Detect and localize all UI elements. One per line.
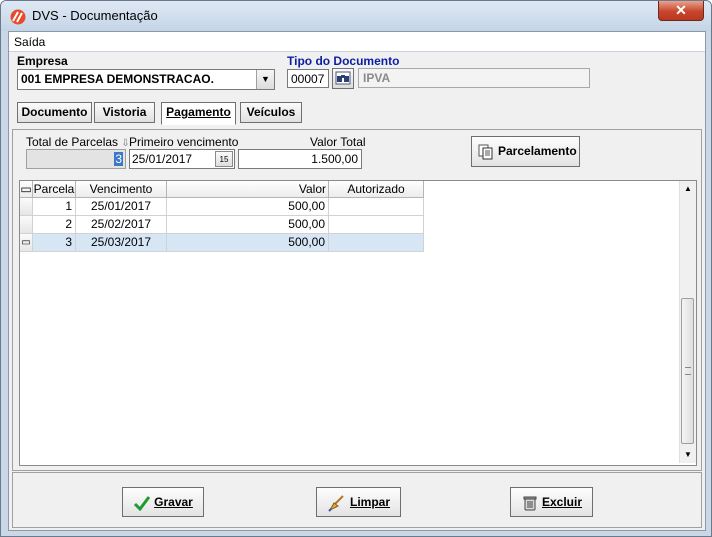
- excluir-button[interactable]: Excluir: [510, 487, 593, 517]
- menu-bar: Saída: [9, 32, 705, 52]
- tipo-documento-label: Tipo do Documento: [287, 54, 400, 68]
- total-parcelas-input[interactable]: 3: [26, 149, 126, 169]
- tipo-documento-name: IPVA: [363, 71, 391, 85]
- cell-valor: 500,00: [167, 198, 329, 216]
- parcelas-grid: ▭ Parcela Vencimento Valor Autorizado 1 …: [19, 180, 697, 466]
- copy-icon: [478, 144, 493, 160]
- total-parcelas-text: Total de Parcelas: [26, 135, 119, 149]
- menu-item-saida[interactable]: Saída: [14, 35, 45, 49]
- empresa-select[interactable]: 001 EMPRESA DEMONSTRACAO. ▼: [17, 69, 275, 90]
- window-title: DVS - Documentação: [32, 8, 158, 23]
- cell-parcela: 2: [33, 216, 76, 234]
- valor-total-label: Valor Total: [310, 135, 366, 149]
- close-button[interactable]: ✕: [658, 1, 704, 21]
- trash-icon: [523, 496, 537, 511]
- calendar-icon[interactable]: 15: [215, 151, 233, 167]
- cell-parcela: 1: [33, 198, 76, 216]
- grid-header: ▭ Parcela Vencimento Valor Autorizado: [20, 181, 424, 198]
- valor-total-value: 1.500,00: [311, 152, 358, 166]
- tab-pagamento-label: Pagamento: [166, 105, 231, 119]
- empresa-value: 001 EMPRESA DEMONSTRACAO.: [21, 72, 214, 86]
- cell-autorizado: [329, 234, 424, 252]
- tipo-documento-code-input[interactable]: 00007: [287, 69, 329, 88]
- total-parcelas-label: Total de Parcelas ⇩: [26, 135, 130, 149]
- scroll-down-icon[interactable]: ▼: [680, 448, 696, 462]
- tab-veiculos-label: Veículos: [246, 105, 296, 119]
- tab-documento-label: Documento: [21, 105, 88, 119]
- gravar-label: Gravar: [154, 495, 193, 509]
- row-selector-current[interactable]: ▭: [20, 234, 33, 252]
- gravar-button[interactable]: Gravar: [122, 487, 204, 517]
- primeiro-vencimento-label: Primeiro vencimento: [129, 135, 239, 149]
- tab-documento[interactable]: Documento: [17, 102, 92, 123]
- cell-parcela: 3: [33, 234, 76, 252]
- parcelamento-label: Parcelamento: [498, 144, 577, 158]
- primeiro-vencimento-input[interactable]: 25/01/2017 15: [129, 149, 235, 169]
- parcelamento-button[interactable]: Parcelamento: [471, 136, 580, 167]
- app-logo-icon: [10, 9, 26, 25]
- cell-vencimento: 25/01/2017: [76, 198, 167, 216]
- lookup-button[interactable]: [332, 68, 354, 89]
- cell-valor: 500,00: [167, 216, 329, 234]
- binoculars-icon: [335, 71, 351, 85]
- column-header-autorizado[interactable]: Autorizado: [329, 181, 424, 198]
- cell-valor: 500,00: [167, 234, 329, 252]
- scroll-thumb[interactable]: [681, 298, 694, 444]
- title-bar: DVS - Documentação ✕: [1, 1, 711, 31]
- scroll-up-icon[interactable]: ▲: [680, 182, 696, 196]
- action-bar: Gravar Limpar Excluir: [12, 472, 702, 528]
- limpar-label: Limpar: [349, 495, 390, 509]
- cell-autorizado: [329, 198, 424, 216]
- tab-vistoria[interactable]: Vistoria: [94, 102, 155, 123]
- valor-total-input[interactable]: 1.500,00: [238, 149, 362, 169]
- cell-vencimento: 25/02/2017: [76, 216, 167, 234]
- table-row[interactable]: 2 25/02/2017 500,00: [20, 216, 424, 234]
- tipo-documento-code: 00007: [291, 72, 325, 86]
- vertical-scrollbar[interactable]: ▲ ▼: [679, 181, 696, 463]
- table-row-selected[interactable]: ▭ 3 25/03/2017 500,00: [20, 234, 424, 252]
- tipo-documento-name-field: IPVA: [358, 68, 590, 88]
- primeiro-vencimento-value: 25/01/2017: [132, 152, 193, 166]
- table-row[interactable]: 1 25/01/2017 500,00: [20, 198, 424, 216]
- client-area: Saída Empresa 001 EMPRESA DEMONSTRACAO. …: [8, 31, 706, 531]
- column-header-parcela[interactable]: Parcela: [33, 181, 76, 198]
- cell-vencimento: 25/03/2017: [76, 234, 167, 252]
- chevron-down-icon[interactable]: ▼: [256, 70, 274, 89]
- empresa-label: Empresa: [17, 54, 68, 68]
- tab-pagamento[interactable]: Pagamento: [161, 102, 236, 125]
- tab-veiculos[interactable]: Veículos: [240, 102, 302, 123]
- row-selector-header: ▭: [20, 181, 33, 198]
- limpar-button[interactable]: Limpar: [316, 487, 401, 517]
- total-parcelas-value: 3: [114, 152, 123, 166]
- broom-icon: [328, 495, 344, 512]
- column-header-valor[interactable]: Valor: [167, 181, 329, 198]
- excluir-label: Excluir: [541, 495, 583, 509]
- row-selector[interactable]: [20, 198, 33, 216]
- cell-autorizado: [329, 216, 424, 234]
- row-selector[interactable]: [20, 216, 33, 234]
- app-window: DVS - Documentação ✕ Saída Empresa 001 E…: [0, 0, 712, 537]
- checkmark-icon: [134, 495, 151, 511]
- column-header-vencimento[interactable]: Vencimento: [76, 181, 167, 198]
- tab-vistoria-label: Vistoria: [102, 105, 147, 119]
